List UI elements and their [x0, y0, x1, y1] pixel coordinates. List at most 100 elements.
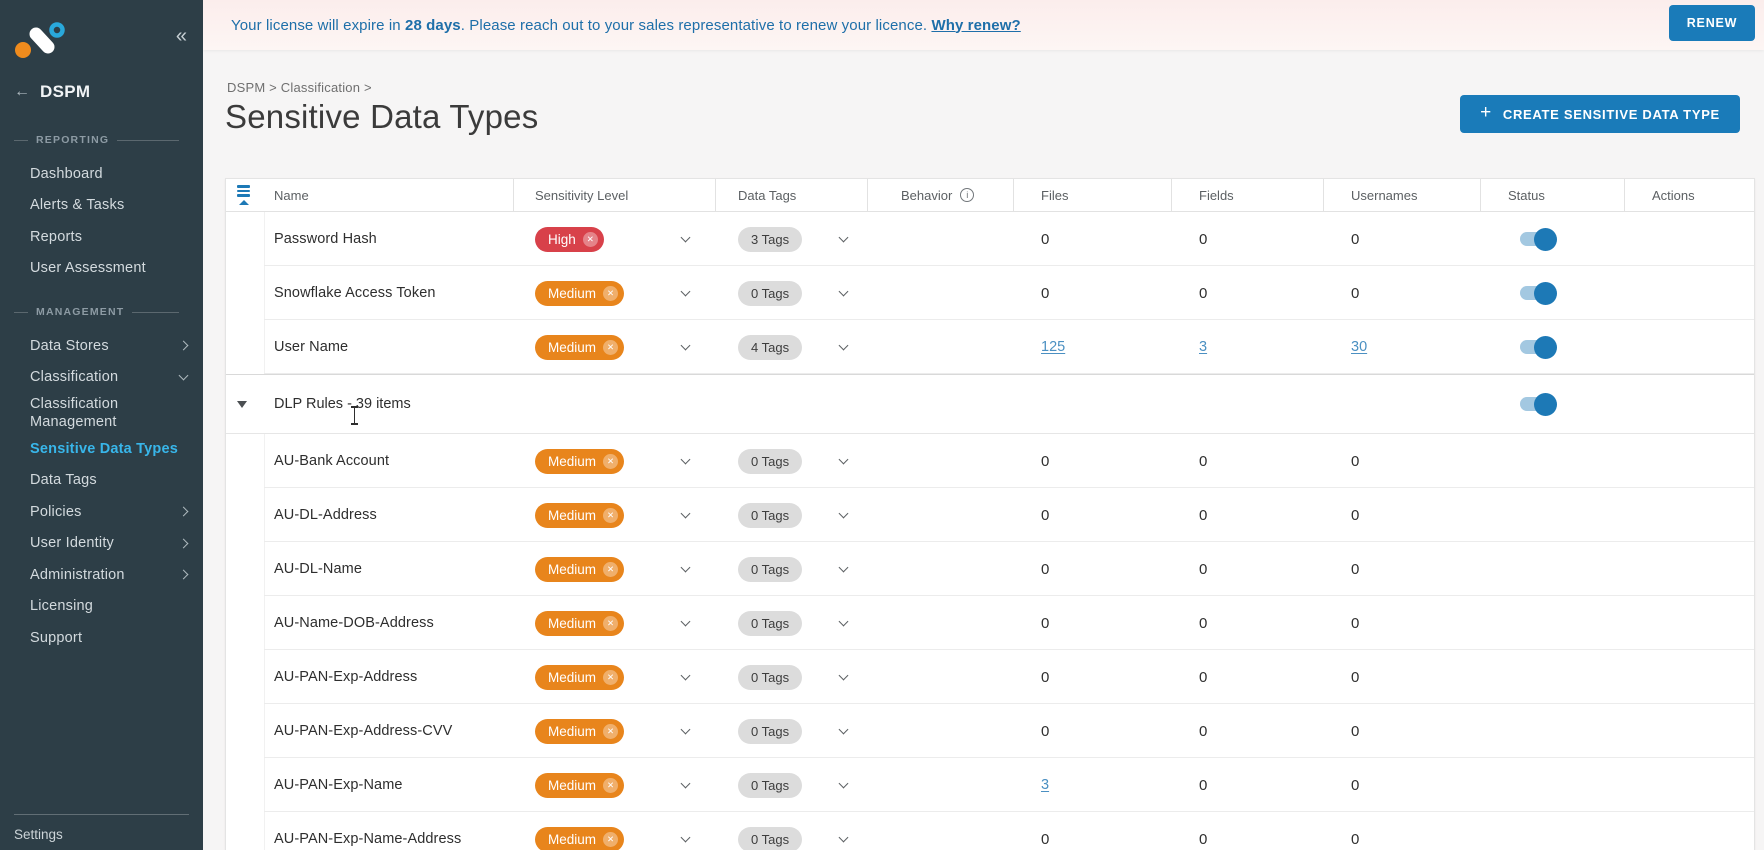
sensitivity-badge[interactable]: Medium ✕ — [535, 718, 625, 744]
badge-remove-icon[interactable]: ✕ — [603, 339, 619, 355]
chevron-down-icon[interactable] — [838, 832, 849, 842]
sensitivity-badge[interactable]: Medium ✕ — [535, 772, 625, 798]
chevron-down-icon[interactable] — [838, 232, 849, 242]
create-sensitive-data-type-button[interactable]: + CREATE SENSITIVE DATA TYPE — [1460, 95, 1740, 133]
sidebar-item-classification-management[interactable]: Classification Management — [0, 393, 203, 433]
badge-remove-icon[interactable]: ✕ — [582, 231, 598, 247]
chevron-down-icon[interactable] — [838, 670, 849, 680]
badge-remove-icon[interactable]: ✕ — [603, 669, 619, 685]
sidebar-item-alerts-tasks[interactable]: Alerts & Tasks — [0, 190, 203, 222]
chevron-down-icon[interactable] — [680, 286, 691, 296]
status-toggle[interactable] — [1520, 281, 1557, 305]
actions-cell — [1624, 320, 1754, 374]
chevron-down-icon[interactable] — [680, 616, 691, 626]
chevron-down-icon[interactable] — [838, 562, 849, 572]
badge-remove-icon[interactable]: ✕ — [603, 615, 619, 631]
sort-filter-icon[interactable] — [237, 185, 250, 205]
data-tags-pill[interactable]: 0 Tags — [738, 280, 803, 306]
sidebar-item-support[interactable]: Support — [0, 622, 203, 654]
data-tags-pill[interactable]: 0 Tags — [738, 502, 803, 528]
sidebar-item-sensitive-data-types[interactable]: Sensitive Data Types — [0, 433, 203, 465]
sidebar-item-dashboard[interactable]: Dashboard — [0, 158, 203, 190]
chevron-down-icon[interactable] — [680, 832, 691, 842]
badge-remove-icon[interactable]: ✕ — [603, 507, 619, 523]
badge-remove-icon[interactable]: ✕ — [603, 453, 619, 469]
table-row: AU-PAN-Exp-Address Medium ✕ 0 Tags 0 0 0 — [226, 650, 1754, 704]
chevron-down-icon[interactable] — [838, 286, 849, 296]
sensitivity-badge[interactable]: High ✕ — [535, 226, 604, 252]
breadcrumb[interactable]: DSPM > Classification > — [227, 80, 372, 95]
badge-remove-icon[interactable]: ✕ — [603, 285, 619, 301]
sensitivity-badge[interactable]: Medium ✕ — [535, 556, 625, 582]
chevron-down-icon[interactable] — [838, 724, 849, 734]
sensitivity-badge[interactable]: Medium ✕ — [535, 334, 625, 360]
sidebar-item-reports[interactable]: Reports — [0, 221, 203, 253]
data-tags-pill[interactable]: 0 Tags — [738, 718, 803, 744]
sidebar-item-classification[interactable]: Classification — [0, 362, 203, 394]
badge-remove-icon[interactable]: ✕ — [603, 831, 619, 847]
back-arrow-icon[interactable]: ← — [14, 83, 30, 101]
fields-count: 0 — [1199, 452, 1208, 470]
files-link[interactable]: 125 — [1041, 339, 1065, 355]
badge-remove-icon[interactable]: ✕ — [603, 561, 619, 577]
chevron-down-icon[interactable] — [838, 508, 849, 518]
sidebar-item-administration[interactable]: Administration — [0, 559, 203, 591]
table-row: AU-Bank Account Medium ✕ 0 Tags 0 0 0 — [226, 434, 1754, 488]
data-tags-pill[interactable]: 0 Tags — [738, 664, 803, 690]
sidebar-item-label: Policies — [30, 503, 82, 520]
group-expander-icon[interactable] — [237, 400, 247, 408]
chevron-down-icon[interactable] — [680, 232, 691, 242]
app-logo[interactable] — [13, 20, 65, 62]
chevron-down-icon[interactable] — [680, 778, 691, 788]
behavior-cell — [867, 650, 1013, 704]
fields-link[interactable]: 3 — [1199, 339, 1207, 355]
chevron-down-icon[interactable] — [838, 616, 849, 626]
sidebar-item-licensing[interactable]: Licensing — [0, 591, 203, 623]
sensitivity-badge[interactable]: Medium ✕ — [535, 448, 625, 474]
sidebar-item-settings[interactable]: Settings — [14, 827, 63, 842]
sidebar-item-user-identity[interactable]: User Identity — [0, 528, 203, 560]
sensitivity-badge[interactable]: Medium ✕ — [535, 502, 625, 528]
data-tags-pill[interactable]: 0 Tags — [738, 556, 803, 582]
sidebar-item-policies[interactable]: Policies — [0, 496, 203, 528]
chevron-right-icon — [178, 340, 189, 351]
sensitivity-level-label: Medium — [548, 339, 597, 355]
renew-button[interactable]: RENEW — [1669, 5, 1755, 41]
sensitivity-badge[interactable]: Medium ✕ — [535, 826, 625, 850]
chevron-down-icon[interactable] — [680, 340, 691, 350]
data-tags-pill[interactable]: 0 Tags — [738, 772, 803, 798]
sidebar-item-data-tags[interactable]: Data Tags — [0, 465, 203, 497]
data-tags-pill[interactable]: 0 Tags — [738, 610, 803, 636]
data-tags-pill[interactable]: 4 Tags — [738, 334, 803, 360]
sensitivity-badge[interactable]: Medium ✕ — [535, 610, 625, 636]
files-link[interactable]: 3 — [1041, 777, 1049, 793]
info-icon[interactable]: i — [960, 188, 975, 202]
why-renew-link[interactable]: Why renew? — [931, 17, 1020, 34]
status-toggle[interactable] — [1520, 335, 1557, 359]
chevron-down-icon[interactable] — [680, 724, 691, 734]
status-toggle[interactable] — [1520, 392, 1557, 416]
sidebar-title[interactable]: ← DSPM — [14, 82, 90, 102]
sensitivity-badge[interactable]: Medium ✕ — [535, 664, 625, 690]
sidebar-item-user-assessment[interactable]: User Assessment — [0, 253, 203, 285]
chevron-down-icon[interactable] — [680, 508, 691, 518]
chevron-down-icon[interactable] — [838, 340, 849, 350]
data-tags-pill[interactable]: 3 Tags — [738, 226, 803, 252]
sidebar-item-data-stores[interactable]: Data Stores — [0, 330, 203, 362]
data-tags-pill[interactable]: 0 Tags — [738, 826, 803, 850]
sensitivity-badge[interactable]: Medium ✕ — [535, 280, 625, 306]
chevron-down-icon[interactable] — [838, 778, 849, 788]
chevron-down-icon[interactable] — [680, 562, 691, 572]
banner-days-highlight: 28 days — [405, 16, 461, 34]
chevron-down-icon[interactable] — [680, 670, 691, 680]
badge-remove-icon[interactable]: ✕ — [603, 777, 619, 793]
data-tags-pill[interactable]: 0 Tags — [738, 448, 803, 474]
group-label: DLP Rules - 39 items — [274, 396, 411, 412]
chevron-down-icon[interactable] — [680, 454, 691, 464]
badge-remove-icon[interactable]: ✕ — [603, 723, 619, 739]
usernames-link[interactable]: 30 — [1351, 339, 1367, 355]
nav-section-label: MANAGEMENT — [14, 306, 179, 318]
sidebar-collapse-icon[interactable]: « — [176, 26, 187, 46]
status-toggle[interactable] — [1520, 227, 1557, 251]
chevron-down-icon[interactable] — [838, 454, 849, 464]
